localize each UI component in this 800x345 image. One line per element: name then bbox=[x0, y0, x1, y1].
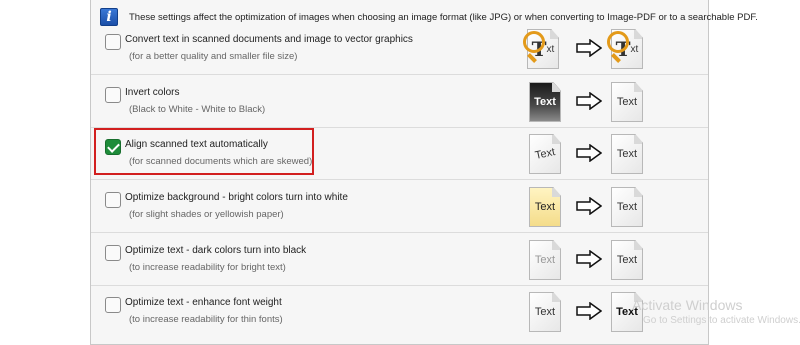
doc-suffix: xt bbox=[630, 43, 639, 55]
doc-before-icon: Text bbox=[529, 82, 561, 122]
magnifier-icon bbox=[523, 31, 545, 53]
info-row: i These settings affect the optimization… bbox=[100, 7, 758, 27]
option-label[interactable]: Invert colors bbox=[125, 87, 179, 98]
doc-text: Text bbox=[616, 201, 638, 213]
doc-after-icon: Text bbox=[611, 82, 643, 122]
arrow-right-icon bbox=[576, 302, 602, 320]
option-label[interactable]: Optimize background - bright colors turn… bbox=[125, 192, 348, 203]
arrow-right-icon bbox=[576, 250, 602, 268]
doc-after-icon: Text bbox=[611, 134, 643, 174]
option-sub: (for slight shades or yellowish paper) bbox=[129, 209, 284, 220]
doc-before-icon: Text bbox=[529, 240, 561, 280]
doc-text: Text bbox=[533, 146, 557, 162]
doc-text: Text bbox=[616, 254, 638, 266]
doc-before-icon: Text bbox=[529, 134, 561, 174]
checkbox-darken[interactable] bbox=[105, 245, 121, 261]
checkbox-invert[interactable] bbox=[105, 87, 121, 103]
doc-after-icon: Text bbox=[611, 240, 643, 280]
doc-suffix: xt bbox=[546, 43, 555, 55]
checkbox-background[interactable] bbox=[105, 192, 121, 208]
divider bbox=[91, 179, 708, 180]
doc-before-icon: Text bbox=[529, 292, 561, 332]
doc-text: Text bbox=[616, 148, 638, 160]
activate-windows-title: Activate Windows bbox=[632, 297, 743, 313]
info-text: These settings affect the optimization o… bbox=[129, 11, 758, 23]
doc-text: Text bbox=[534, 201, 556, 213]
option-label[interactable]: Optimize text - enhance font weight bbox=[125, 297, 282, 308]
doc-text: Text bbox=[534, 306, 556, 318]
magnifier-icon bbox=[607, 31, 629, 53]
checkbox-font-weight[interactable] bbox=[105, 297, 121, 313]
divider bbox=[91, 285, 708, 286]
option-sub: (to increase readability for thin fonts) bbox=[129, 314, 283, 325]
doc-after-icon: Text bbox=[611, 187, 643, 227]
arrow-right-icon bbox=[576, 144, 602, 162]
option-sub: (Black to White - White to Black) bbox=[129, 104, 266, 115]
option-label[interactable]: Optimize text - dark colors turn into bl… bbox=[125, 245, 306, 256]
checkbox-vector[interactable] bbox=[105, 34, 121, 50]
arrow-right-icon bbox=[576, 92, 602, 110]
highlight-box bbox=[94, 128, 314, 175]
divider bbox=[91, 232, 708, 233]
divider bbox=[91, 74, 708, 75]
option-sub: (to increase readability for bright text… bbox=[129, 262, 286, 273]
doc-text: Text bbox=[534, 254, 556, 266]
option-label[interactable]: Convert text in scanned documents and im… bbox=[125, 34, 413, 45]
activate-windows-subtitle: Go to Settings to activate Windows. bbox=[643, 315, 800, 326]
doc-text: Text bbox=[534, 96, 556, 108]
doc-before-icon: Text bbox=[529, 187, 561, 227]
arrow-right-icon bbox=[576, 39, 602, 57]
info-icon: i bbox=[100, 8, 118, 26]
option-sub: (for a better quality and smaller file s… bbox=[129, 51, 298, 62]
doc-text: Text bbox=[616, 96, 638, 108]
arrow-right-icon bbox=[576, 197, 602, 215]
